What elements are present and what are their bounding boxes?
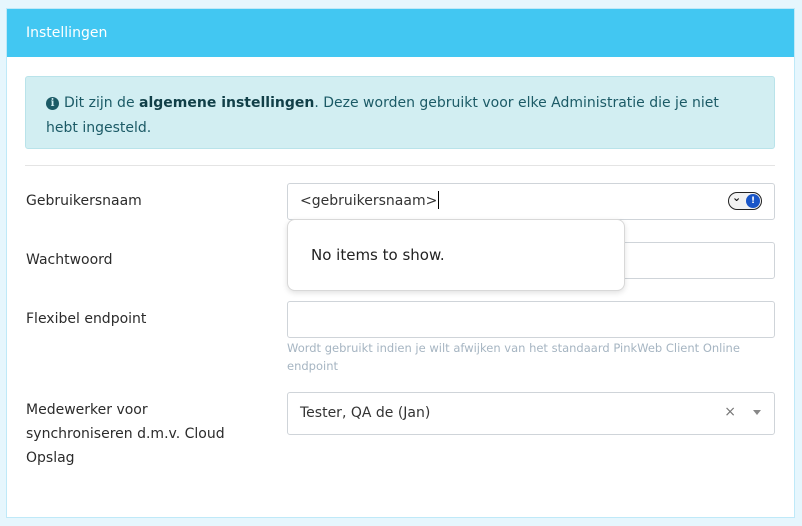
chevron-down-icon: ⌄ — [732, 191, 742, 204]
username-value: <gebruikersnaam> — [300, 193, 438, 209]
password-label: Wachtwoord — [26, 252, 113, 268]
endpoint-help-text: Wordt gebruikt indien je wilt afwijken v… — [287, 341, 740, 373]
employee-value: Tester, QA de (Jan) — [300, 405, 431, 421]
panel-title: Instellingen — [7, 9, 794, 57]
endpoint-input[interactable] — [287, 301, 775, 338]
username-input[interactable]: <gebruikersnaam> ⌄ ! — [287, 183, 775, 220]
password-manager-icon: ! — [746, 194, 760, 208]
alert-text-before: Dit zijn de — [64, 95, 140, 111]
autocomplete-dropdown: No items to show. — [287, 219, 625, 291]
settings-panel: Instellingen i Dit zijn de algemene inste… — [6, 8, 795, 518]
employee-label: Medewerker voor synchroniseren d.m.v. Cl… — [26, 402, 225, 466]
divider — [25, 165, 775, 166]
info-circle-icon: i — [46, 97, 59, 110]
endpoint-label: Flexibel endpoint — [26, 311, 147, 327]
alert-text-bold: algemene instellingen — [139, 95, 315, 111]
autocomplete-empty-text: No items to show. — [311, 246, 445, 264]
text-caret — [438, 191, 440, 209]
employee-select[interactable]: Tester, QA de (Jan) × — [287, 392, 775, 435]
info-alert: i Dit zijn de algemene instellingen. Deze… — [25, 76, 775, 149]
username-label: Gebruikersnaam — [26, 193, 142, 209]
chevron-down-icon[interactable] — [753, 410, 761, 415]
password-manager-button[interactable]: ⌄ ! — [728, 191, 762, 210]
clear-icon[interactable]: × — [724, 393, 736, 432]
